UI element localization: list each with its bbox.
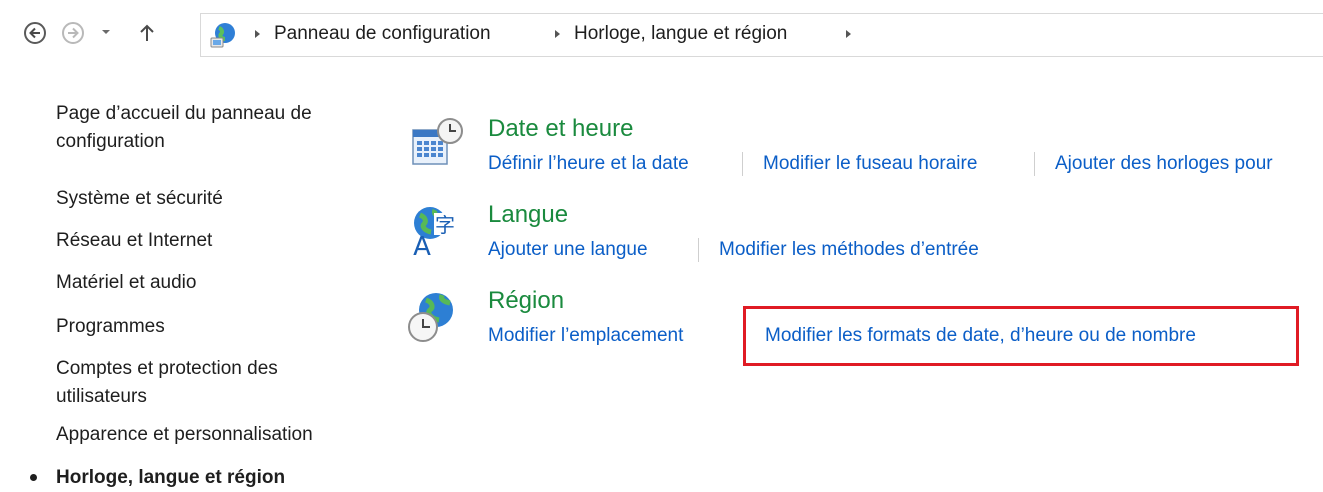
task-link-add-clocks[interactable]: Ajouter des horloges pour [1055, 151, 1273, 177]
svg-text:字: 字 [435, 213, 455, 237]
sidebar-item-hardware-audio[interactable]: Matériel et audio [56, 269, 376, 297]
arrow-right-icon [68, 27, 79, 39]
forward-button[interactable] [62, 22, 84, 44]
current-item-bullet [30, 474, 37, 481]
sidebar-item-system-security[interactable]: Système et sécurité [56, 185, 376, 213]
chevron-right-icon[interactable] [843, 28, 853, 40]
control-panel-icon[interactable] [208, 20, 238, 50]
svg-text:A: A [413, 232, 431, 257]
category-title-date-time[interactable]: Date et heure [488, 114, 633, 144]
arrow-left-icon [29, 27, 40, 39]
breadcrumb-clock-language-region[interactable]: Horloge, langue et région [574, 22, 787, 46]
sidebar-item-programs[interactable]: Programmes [56, 313, 376, 341]
sidebar-item-appearance[interactable]: Apparence et personnalisation [56, 421, 376, 449]
chevron-right-icon[interactable] [252, 28, 262, 40]
sidebar-item-home[interactable]: Page d’accueil du panneau de configurati… [56, 100, 376, 156]
task-link-change-time-zone[interactable]: Modifier le fuseau horaire [763, 151, 977, 177]
task-link-change-location[interactable]: Modifier l’emplacement [488, 323, 683, 349]
link-divider [1034, 152, 1035, 176]
task-link-change-date-time-number-formats[interactable]: Modifier les formats de date, d’heure ou… [765, 323, 1196, 349]
task-link-add-language[interactable]: Ajouter une langue [488, 237, 648, 263]
link-divider [698, 238, 699, 262]
category-title-region[interactable]: Région [488, 286, 564, 316]
address-bar: Panneau de configuration Horloge, langue… [0, 0, 1323, 72]
category-title-language[interactable]: Langue [488, 200, 568, 230]
task-link-change-input-methods[interactable]: Modifier les méthodes d’entrée [719, 237, 979, 263]
breadcrumb-control-panel[interactable]: Panneau de configuration [274, 22, 491, 46]
sidebar-item-network[interactable]: Réseau et Internet [56, 227, 376, 255]
recent-locations-dropdown[interactable] [100, 26, 112, 38]
back-button[interactable] [24, 22, 46, 44]
link-divider [742, 152, 743, 176]
chevron-right-icon[interactable] [552, 28, 562, 40]
up-arrow-button[interactable] [136, 22, 158, 44]
task-link-set-time-date[interactable]: Définir l’heure et la date [488, 151, 689, 177]
region-globe-clock-icon[interactable] [406, 290, 460, 344]
sidebar-item-user-accounts[interactable]: Comptes et protection des utilisateurs [56, 355, 346, 411]
sidebar-item-current: Horloge, langue et région [56, 467, 286, 488]
language-globe-icon[interactable]: 字 A [408, 203, 462, 257]
calendar-clock-icon[interactable] [410, 116, 464, 170]
